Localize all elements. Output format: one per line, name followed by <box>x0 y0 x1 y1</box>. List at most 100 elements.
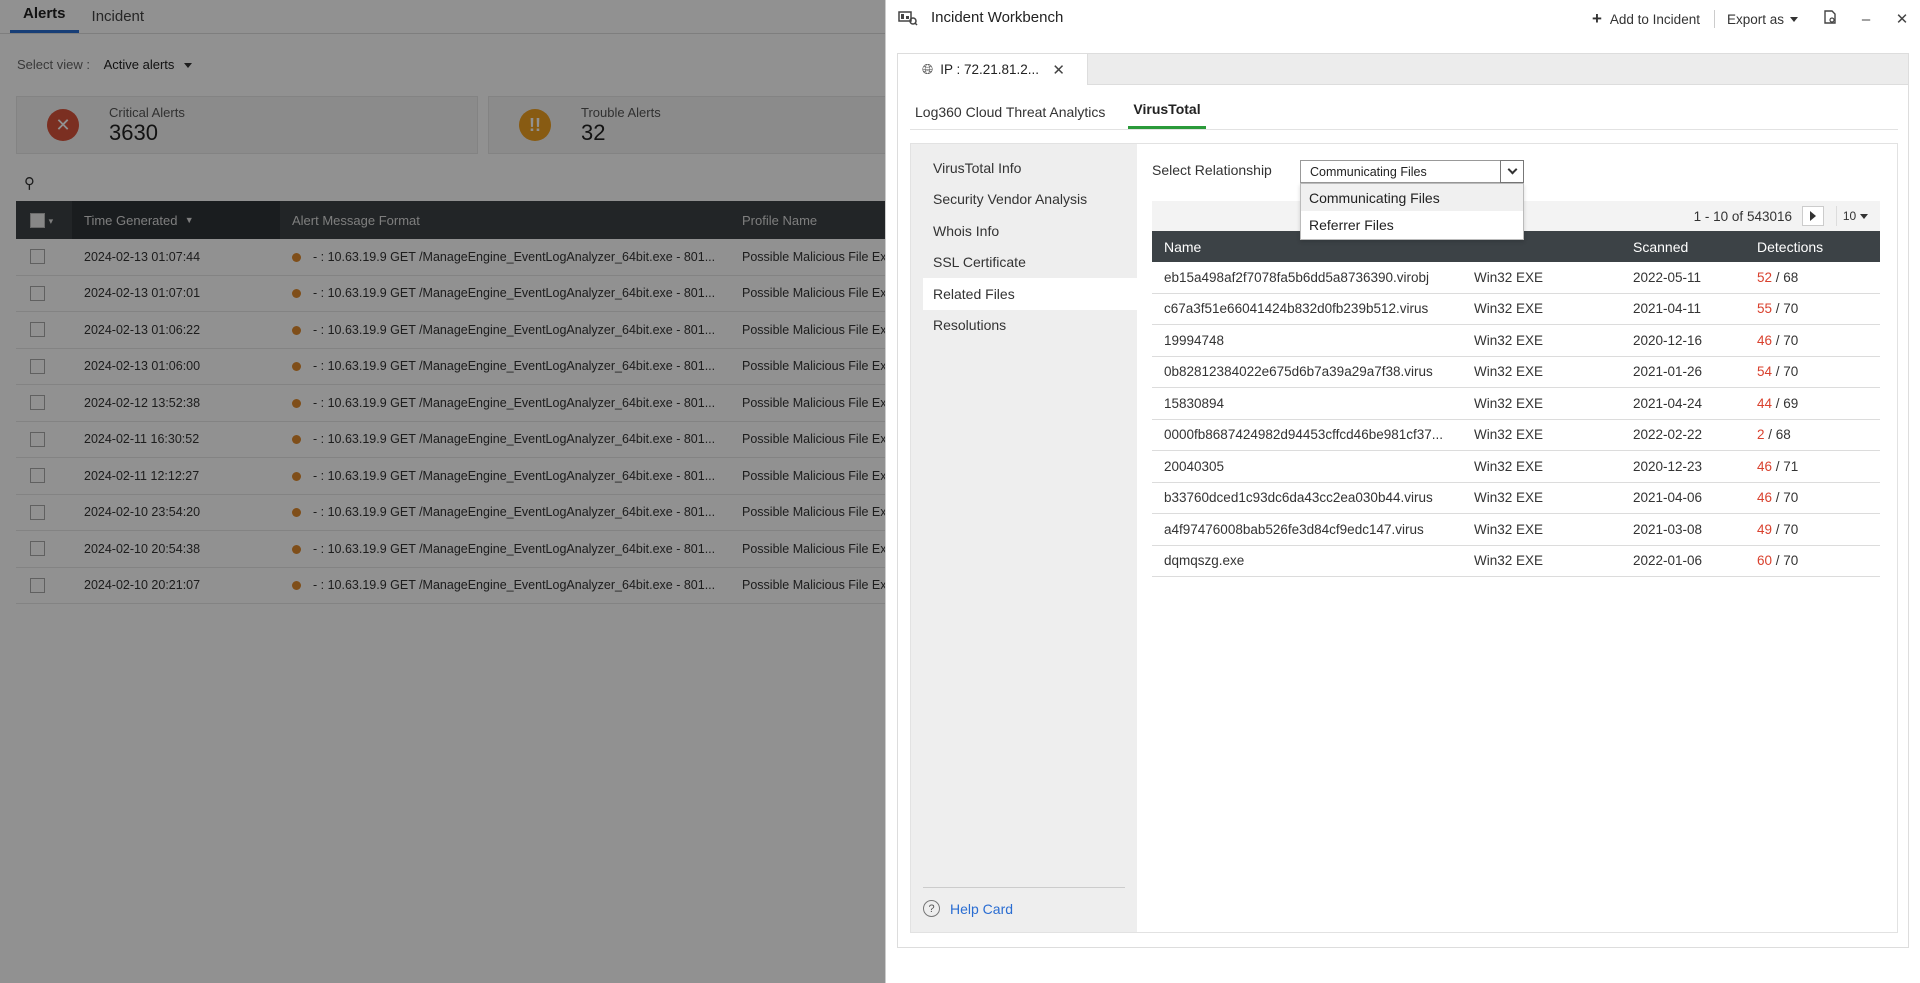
detections-count: 44 <box>1757 395 1773 411</box>
table-row[interactable]: 19994748 Win32 EXE 2020-12-16 46 / 70 <box>1152 325 1880 357</box>
virustotal-content: VirusTotal Info Security Vendor Analysis W… <box>910 143 1898 933</box>
cell-scanned-date: 2021-03-08 <box>1633 521 1703 537</box>
workbench-icon <box>898 11 918 26</box>
cell-detections: 54 / 70 <box>1757 364 1799 380</box>
cell-file-name[interactable]: a4f97476008bab526fe3d84cf9edc147.virus <box>1152 522 1470 537</box>
entity-tabs: 🌐︎ IP : 72.21.81.2... ✕ <box>898 54 1908 85</box>
detections-count: 60 <box>1757 553 1773 569</box>
per-page-select[interactable]: 10 <box>1836 206 1874 226</box>
sidebar-item-resolutions[interactable]: Resolutions <box>911 310 1137 342</box>
export-as-button[interactable]: Export as <box>1727 12 1798 27</box>
cell-file-name[interactable]: 15830894 <box>1152 396 1470 411</box>
column-scanned[interactable]: Scanned <box>1633 239 1757 255</box>
next-page-button[interactable] <box>1802 206 1824 226</box>
sidebar-item-ssl-certificate[interactable]: SSL Certificate <box>911 247 1137 279</box>
option-referrer-files[interactable]: Referrer Files <box>1301 211 1523 238</box>
cell-detections: 46 / 71 <box>1757 458 1799 474</box>
add-to-incident-button[interactable]: + Add to Incident <box>1592 9 1700 29</box>
entity-tab-ip[interactable]: 🌐︎ IP : 72.21.81.2... ✕ <box>898 54 1088 85</box>
cell-file-name[interactable]: 20040305 <box>1152 459 1470 474</box>
table-row[interactable]: a4f97476008bab526fe3d84cf9edc147.virus Wi… <box>1152 514 1880 546</box>
detections-count: 46 <box>1757 458 1773 474</box>
cell-detections: 60 / 70 <box>1757 553 1799 569</box>
cell-detections: 46 / 70 <box>1757 490 1799 506</box>
sidebar-item-virustotal-info[interactable]: VirusTotal Info <box>911 152 1137 184</box>
sidebar-item-security-vendor-analysis[interactable]: Security Vendor Analysis <box>911 184 1137 216</box>
table-row[interactable]: b33760dced1c93dc6da43cc2ea030b44.virus Wi… <box>1152 483 1880 514</box>
cell-detections: 55 / 70 <box>1757 301 1799 317</box>
cell-detections: 46 / 70 <box>1757 332 1799 348</box>
tab-virustotal[interactable]: VirusTotal <box>1128 101 1206 129</box>
detections-total: 68 <box>1783 269 1799 285</box>
question-icon: ? <box>923 900 940 917</box>
minimize-icon[interactable]: – <box>1848 11 1884 28</box>
cell-scanned-date: 2022-01-06 <box>1633 553 1703 569</box>
detections-total: 70 <box>1783 553 1799 569</box>
column-name[interactable]: Name <box>1152 239 1470 255</box>
cell-file-name[interactable]: 0b82812384022e675d6b7a39a29a7f38.virus <box>1152 364 1470 379</box>
detections-count: 55 <box>1757 301 1773 317</box>
caret-down-icon <box>1860 213 1869 219</box>
table-row[interactable]: 20040305 Win32 EXE 2020-12-23 46 / 71 <box>1152 451 1880 483</box>
cell-file-type: Win32 EXE <box>1474 427 1544 443</box>
save-file-icon[interactable] <box>1812 10 1848 28</box>
sidebar-item-related-files[interactable]: Related Files <box>923 278 1137 310</box>
panel-header: Incident Workbench + Add to Incident Exp… <box>886 0 1920 38</box>
cell-file-name[interactable]: eb15a498af2f7078fa5b6dd5a8736390.virobj <box>1152 270 1470 285</box>
help-card-label[interactable]: Help Card <box>950 901 1013 917</box>
detections-total: 68 <box>1775 427 1791 443</box>
export-as-label: Export as <box>1726 11 1784 27</box>
select-relationship-label: Select Relationship <box>1152 162 1272 178</box>
cell-file-name[interactable]: 0000fb8687424982d94453cffcd46be981cf37..… <box>1152 427 1470 442</box>
panel-actions: + Add to Incident Export as – ✕ <box>1592 0 1920 38</box>
cell-detections: 44 / 69 <box>1757 395 1799 411</box>
detections-count: 46 <box>1757 490 1773 506</box>
pagination-range: 1 - 10 of 543016 <box>1693 208 1792 224</box>
table-row[interactable]: c67a3f51e66041424b832d0fb239b512.virus Wi… <box>1152 294 1880 325</box>
cell-file-type: Win32 EXE <box>1474 364 1544 380</box>
cell-scanned-date: 2021-04-11 <box>1633 301 1702 317</box>
help-card-link[interactable]: ? Help Card <box>923 887 1125 917</box>
cell-file-type: Win32 EXE <box>1474 458 1544 474</box>
detections-total: 71 <box>1783 458 1799 474</box>
entity-tab-label: IP : 72.21.81.2... <box>940 62 1040 77</box>
table-row[interactable]: 0b82812384022e675d6b7a39a29a7f38.virus Wi… <box>1152 357 1880 388</box>
cell-file-name[interactable]: c67a3f51e66041424b832d0fb239b512.virus <box>1152 301 1470 316</box>
cell-file-type: Win32 EXE <box>1474 395 1544 411</box>
related-files-table: Name Scanned Detections eb15a498af2f7078… <box>1152 231 1880 577</box>
table-row[interactable]: 0000fb8687424982d94453cffcd46be981cf37..… <box>1152 420 1880 451</box>
close-icon[interactable]: ✕ <box>1884 10 1920 28</box>
cell-scanned-date: 2020-12-16 <box>1633 332 1703 348</box>
table-row[interactable]: eb15a498af2f7078fa5b6dd5a8736390.virobj W… <box>1152 262 1880 294</box>
detections-count: 54 <box>1757 364 1773 380</box>
cell-scanned-date: 2021-04-24 <box>1633 395 1703 411</box>
sidebar-item-whois-info[interactable]: Whois Info <box>911 215 1137 247</box>
relationship-select-value: Communicating Files <box>1310 164 1427 179</box>
option-communicating-files[interactable]: Communicating Files <box>1301 184 1523 211</box>
cell-scanned-date: 2022-05-11 <box>1633 269 1702 285</box>
detections-total: 70 <box>1783 364 1799 380</box>
close-tab-icon[interactable]: ✕ <box>1052 61 1065 79</box>
detections-total: 70 <box>1783 332 1799 348</box>
detections-count: 49 <box>1757 521 1773 537</box>
detections-count: 52 <box>1757 269 1773 285</box>
related-files-view: Select Relationship Communicating Files … <box>1137 144 1897 932</box>
cell-file-name[interactable]: 19994748 <box>1152 333 1470 348</box>
incident-workbench-panel: Incident Workbench + Add to Incident Exp… <box>885 0 1920 983</box>
cell-file-name[interactable]: b33760dced1c93dc6da43cc2ea030b44.virus <box>1152 490 1470 505</box>
detections-total: 70 <box>1783 490 1799 506</box>
table-row[interactable]: 15830894 Win32 EXE 2021-04-24 44 / 69 <box>1152 388 1880 420</box>
chevron-down-icon[interactable] <box>1500 160 1524 183</box>
cell-file-type: Win32 EXE <box>1474 301 1544 317</box>
cell-scanned-date: 2021-04-06 <box>1633 490 1703 506</box>
tab-log360-threat-analytics[interactable]: Log360 Cloud Threat Analytics <box>910 104 1110 129</box>
cell-file-type: Win32 EXE <box>1474 332 1544 348</box>
cell-file-name[interactable]: dqmqszg.exe <box>1152 553 1470 568</box>
relationship-select[interactable]: Communicating Files <box>1300 160 1524 183</box>
table-row[interactable]: dqmqszg.exe Win32 EXE 2022-01-06 60 / 70 <box>1152 546 1880 577</box>
workbench-body: 🌐︎ IP : 72.21.81.2... ✕ Log360 Cloud Thr… <box>897 53 1909 948</box>
globe-icon: 🌐︎ <box>922 61 934 77</box>
column-detections[interactable]: Detections <box>1757 239 1880 255</box>
detections-count: 2 <box>1757 427 1765 443</box>
cell-file-type: Win32 EXE <box>1474 490 1544 506</box>
